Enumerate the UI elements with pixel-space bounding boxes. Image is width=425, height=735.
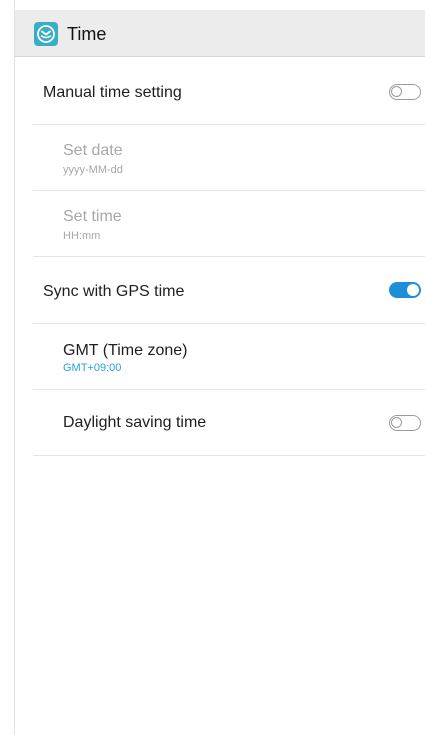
daylight-saving-toggle[interactable] [389, 415, 421, 431]
app-header: Time [15, 10, 425, 57]
time-zone-label: GMT (Time zone) [63, 342, 188, 359]
manual-time-label: Manual time setting [43, 84, 182, 101]
manual-time-toggle[interactable] [389, 84, 421, 100]
daylight-saving-row[interactable]: Daylight saving time [33, 390, 425, 456]
left-border [14, 0, 15, 735]
page-title: Time [67, 24, 107, 44]
gps-sync-row[interactable]: Sync with GPS time [33, 257, 425, 324]
toggle-knob [391, 86, 402, 97]
time-zone-value: GMT+09:00 [63, 362, 122, 374]
gps-sync-label: Sync with GPS time [43, 283, 185, 300]
set-time-row[interactable]: Set time HH:mm [33, 191, 425, 257]
settings-screen: Time Manual time setting Set date yyyy-M… [0, 0, 425, 735]
toggle-knob [407, 284, 419, 296]
set-time-label: Set time [63, 208, 122, 225]
daylight-saving-label: Daylight saving time [63, 414, 207, 431]
gps-sync-toggle[interactable] [389, 282, 421, 298]
set-date-row[interactable]: Set date yyyy-MM-dd [33, 125, 425, 191]
toggle-knob [391, 417, 402, 428]
set-time-format: HH:mm [63, 230, 101, 242]
time-app-icon[interactable] [34, 22, 58, 46]
set-date-format: yyyy-MM-dd [63, 164, 123, 176]
time-zone-row[interactable]: GMT (Time zone) GMT+09:00 [33, 324, 425, 390]
manual-time-row[interactable]: Manual time setting [33, 58, 425, 125]
set-date-label: Set date [63, 142, 123, 159]
